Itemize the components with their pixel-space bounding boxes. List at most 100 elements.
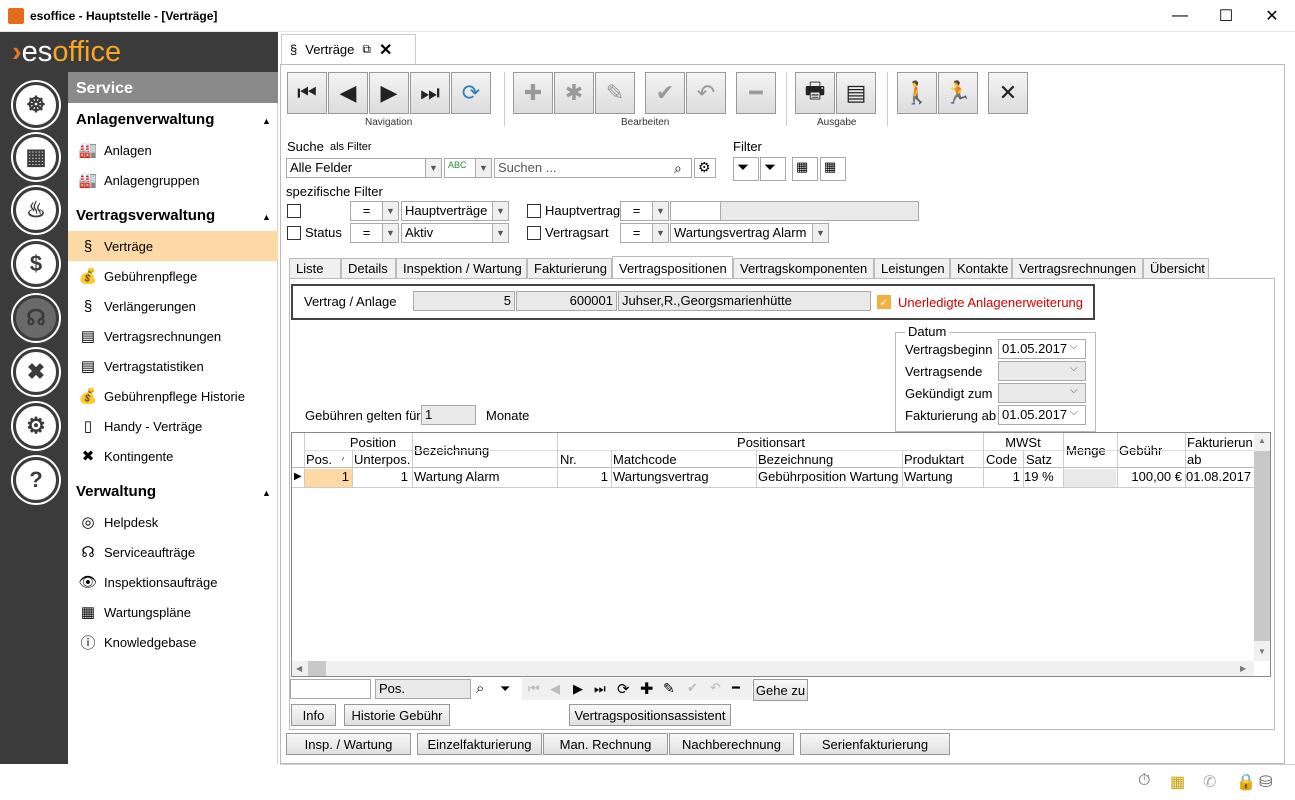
col-bezeichnung-2[interactable]: Bezeichnung [758, 452, 834, 467]
scroll-up-icon[interactable]: ▲ [1258, 436, 1266, 445]
alarm-light-icon[interactable]: ♨ [13, 187, 59, 233]
print-button[interactable]: 🖶 [795, 72, 835, 114]
help-icon[interactable]: ? [13, 457, 59, 503]
chevron-down-icon[interactable]: ▼ [382, 201, 399, 221]
tab-uebersicht[interactable]: Übersicht [1143, 258, 1209, 278]
edit-button[interactable]: ✎ [595, 72, 635, 114]
chevron-down-icon[interactable]: ▼ [382, 223, 399, 243]
add-button[interactable]: ✚ [513, 72, 553, 114]
tools-icon[interactable]: ✖ [13, 349, 59, 395]
tab-details[interactable]: Details [341, 258, 396, 278]
warning-checkbox[interactable]: ✓ [877, 295, 891, 309]
delete-button[interactable]: ━ [736, 72, 776, 114]
edit-icon[interactable]: ✎ [663, 680, 675, 697]
chevron-down-icon[interactable]: ▼ [475, 158, 492, 178]
contract-type-select[interactable]: Hauptverträge [401, 201, 493, 221]
chevron-down-icon[interactable]: ⌵ [1070, 385, 1078, 396]
search-field-select[interactable]: Alle Felder [286, 158, 426, 178]
prev-record-button[interactable]: ◀ [328, 72, 368, 114]
run-button[interactable]: 🏃 [938, 72, 978, 114]
filter-checkbox-vertragsart[interactable] [527, 226, 541, 240]
serienfakturierung-button[interactable]: Serienfakturierung [800, 733, 950, 755]
status-select[interactable]: Aktiv [401, 223, 493, 243]
col-pos[interactable]: Pos. [306, 452, 333, 467]
chevron-down-icon[interactable]: ⌵ [1070, 407, 1078, 418]
filter-icon[interactable]: ⏷ [733, 157, 759, 181]
confirm-button[interactable]: ✔ [645, 72, 685, 114]
first-record-button[interactable]: ⏮ [287, 72, 327, 114]
cell-unterpos[interactable]: 1 [354, 469, 410, 484]
cell-menge[interactable] [1064, 469, 1116, 487]
collapse-icon[interactable]: ▲ [262, 116, 271, 126]
historie-button[interactable]: Historie Gebühr [344, 704, 450, 726]
sidebar-item-kontingente[interactable]: ✖ Kontingente [68, 441, 278, 471]
minimize-icon[interactable]: — [1157, 0, 1203, 32]
popout-icon[interactable]: ⧉ [362, 42, 371, 57]
database-icon[interactable]: ⛁ [1259, 772, 1272, 792]
collapse-icon[interactable]: ▲ [262, 488, 271, 498]
close-button[interactable]: ✕ [988, 72, 1028, 114]
lock-icon[interactable]: 🔒 [1236, 772, 1256, 792]
sidebar-item-vertraege[interactable]: § Verträge [68, 231, 278, 261]
col-produktart[interactable]: Produktart [904, 452, 964, 467]
close-icon[interactable]: ✕ [1249, 0, 1295, 32]
group-vertragsverwaltung[interactable]: Vertragsverwaltung [76, 207, 215, 224]
phone-icon[interactable]: ✆ [1203, 772, 1216, 792]
add-icon[interactable]: ✚ [640, 679, 653, 699]
tab-fakturierung[interactable]: Fakturierung [527, 258, 612, 278]
tab-kontakte[interactable]: Kontakte [950, 258, 1012, 278]
collapse-icon[interactable]: ▲ [262, 212, 271, 222]
close-tab-icon[interactable]: ✕ [379, 40, 392, 60]
sidebar-item-vertragstatistiken[interactable]: ▤ Vertragstatistiken [68, 351, 278, 381]
cell-fakturierung[interactable]: 01.08.2017 [1186, 469, 1254, 484]
hauptvertrag-input[interactable] [670, 201, 721, 221]
chevron-down-icon[interactable]: ▼ [652, 201, 669, 221]
cell-bezeichnung-2[interactable]: Gebührposition Wartung [758, 469, 902, 484]
minus-icon[interactable]: ━ [732, 680, 740, 696]
check-icon[interactable]: ✔ [687, 680, 698, 696]
refresh-icon[interactable]: ⟳ [617, 680, 630, 698]
chevron-down-icon[interactable]: ⌵ [1070, 363, 1078, 374]
sidebar-item-inspektionsauftraege[interactable]: 👁 Inspektionsaufträge [68, 567, 278, 597]
cell-pos[interactable]: 1 [304, 469, 352, 487]
building-icon[interactable]: ▦ [1170, 772, 1185, 792]
col-satz[interactable]: Satz [1026, 452, 1053, 467]
operator-select[interactable]: = [350, 223, 383, 243]
cell-bezeichnung[interactable]: Wartung Alarm [414, 469, 556, 484]
sidebar-item-verlaengerungen[interactable]: § Verlängerungen [68, 291, 278, 321]
tab-liste[interactable]: Liste [289, 258, 341, 278]
horizontal-scroll-thumb[interactable] [308, 661, 326, 676]
cell-code[interactable]: 1 [984, 469, 1022, 484]
vertragsart-select[interactable]: Wartungsvertrag Alarm [670, 223, 813, 243]
filter-check-icon[interactable]: ⏷ [760, 157, 786, 181]
tab-vertragskomponenten[interactable]: Vertragskomponenten [733, 258, 874, 278]
search-icon[interactable]: ⌕ [476, 680, 484, 697]
tab-vertragspositionen[interactable]: Vertragspositionen [612, 256, 733, 278]
chevron-down-icon[interactable]: ▼ [652, 223, 669, 243]
helm-icon[interactable]: ☸ [13, 82, 59, 128]
group-verwaltung[interactable]: Verwaltung [76, 483, 156, 500]
sidebar-item-gebuehrenpflege-historie[interactable]: 💰 Gebührenpflege Historie [68, 381, 278, 411]
filter-checkbox-1[interactable] [287, 204, 301, 218]
cell-nr[interactable]: 1 [558, 469, 610, 484]
sidebar-item-anlagengruppen[interactable]: 🏭 Anlagengruppen [68, 165, 278, 195]
tab-vertragsrechnungen[interactable]: Vertragsrechnungen [1012, 258, 1143, 278]
cell-matchcode[interactable]: Wartungsvertrag [613, 469, 755, 484]
gears-icon[interactable]: ⚙ [13, 403, 59, 449]
gebuehren-months[interactable]: 1 [421, 405, 476, 425]
next-icon[interactable]: ▶ [573, 681, 583, 697]
tab-leistungen[interactable]: Leistungen [874, 258, 950, 278]
col-fakturierung-ab[interactable]: ab [1187, 452, 1202, 467]
walk-button[interactable]: 🚶 [897, 72, 937, 114]
filter-checkbox-status[interactable] [287, 226, 301, 240]
filter-grid-icon[interactable]: ▦ [792, 157, 818, 181]
cell-satz[interactable]: 19 % [1024, 469, 1062, 484]
sidebar-item-helpdesk[interactable]: ◎ Helpdesk [68, 507, 278, 537]
refresh-button[interactable]: ⟳ [451, 72, 491, 114]
search-icon[interactable]: ⌕ [674, 160, 682, 177]
doc-tab-vertraege[interactable]: § Verträge ⧉ ✕ [281, 34, 416, 64]
last-record-button[interactable]: ⏭ [410, 72, 450, 114]
sidebar-item-knowledgebase[interactable]: ⓘ Knowledgebase [68, 627, 278, 657]
scroll-right-icon[interactable]: ▶ [1240, 664, 1246, 673]
operator-select[interactable]: = [350, 201, 383, 221]
